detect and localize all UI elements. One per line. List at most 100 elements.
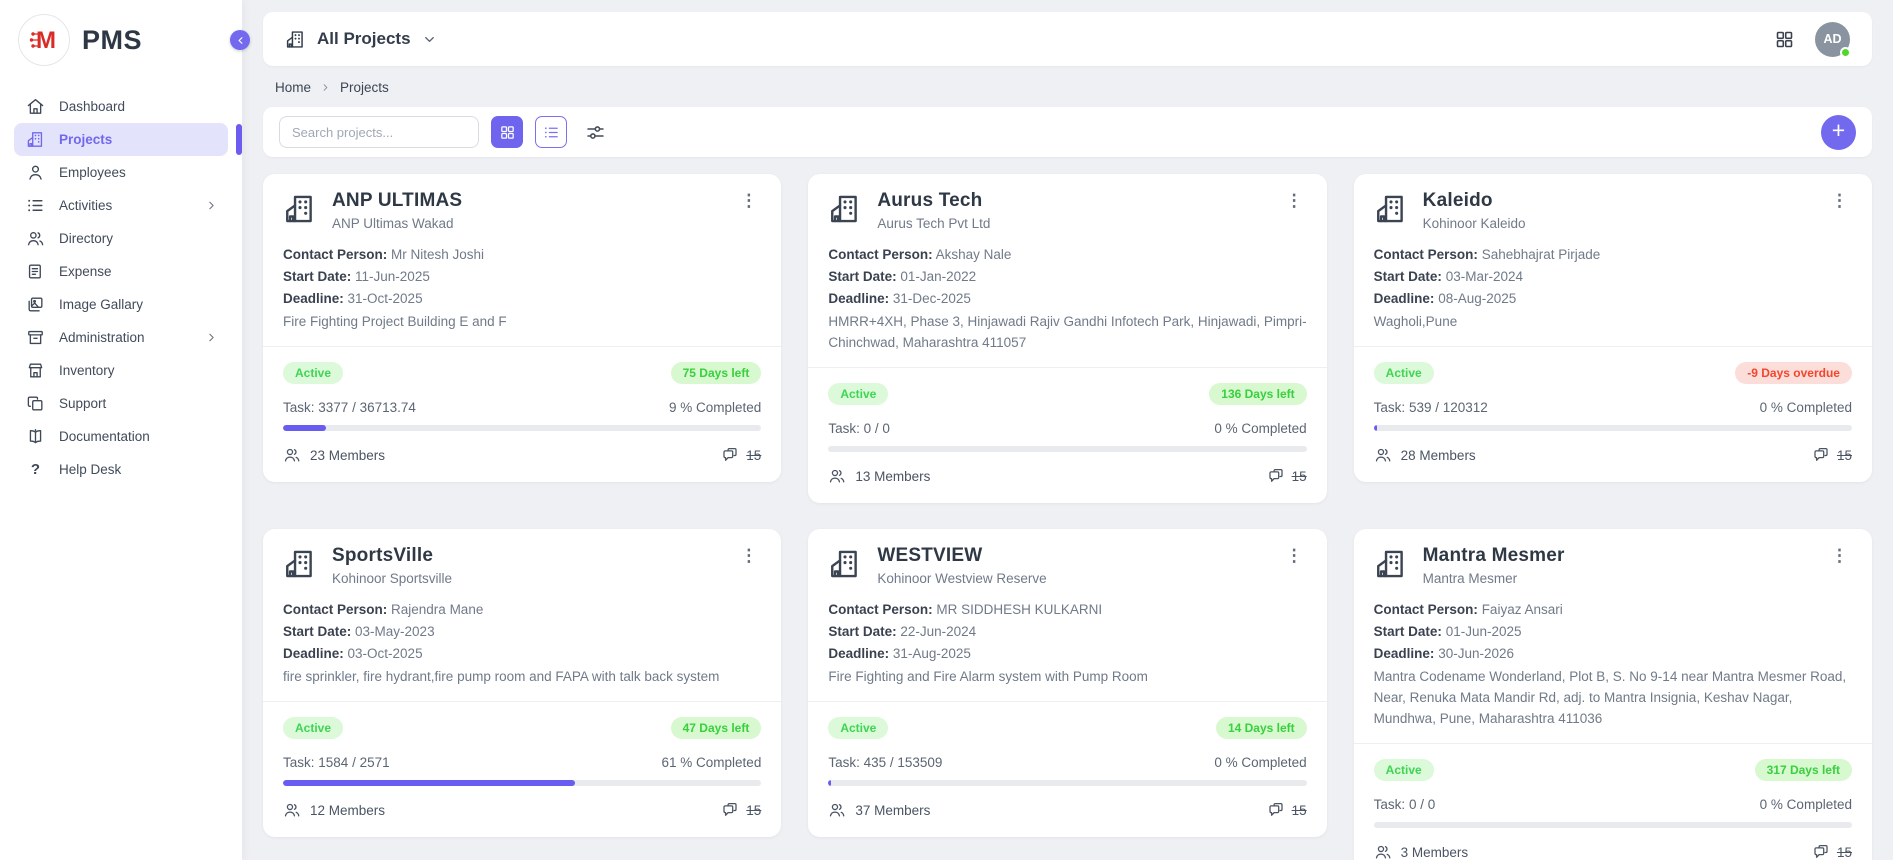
users-icon [1374,446,1392,464]
sidebar-item-dashboard[interactable]: Dashboard [14,90,228,123]
messages-icon [1267,467,1285,485]
days-left-badge: 47 Days left [671,717,762,739]
page-title: All Projects [317,29,411,49]
sidebar-collapse-button[interactable] [230,30,250,50]
kebab-menu-button[interactable]: ⋮ [736,190,761,211]
project-card-kaleido[interactable]: Kaleido Kohinoor Kaleido ⋮ Contact Perso… [1354,174,1872,482]
project-card-westview[interactable]: WESTVIEW Kohinoor Westview Reserve ⋮ Con… [808,529,1326,837]
sidebar-item-image-gallery[interactable]: Image Gallary [14,288,228,321]
online-status-dot [1840,47,1851,58]
chat-count: 15 [746,448,761,463]
home-icon [26,97,45,116]
start-date-value: 11-Jun-2025 [355,269,430,284]
task-count: Task: 539 / 120312 [1374,400,1488,415]
divider [808,701,1326,702]
project-title: ANP ULTIMAS [332,190,462,212]
project-subtitle: Kohinoor Sportsville [332,571,452,586]
messages-icon [721,446,739,464]
apps-grid-button[interactable] [1774,29,1795,50]
sidebar-item-expense[interactable]: Expense [14,255,228,288]
avatar-initials: AD [1823,32,1841,46]
chat-button[interactable]: 15 [721,801,761,819]
sidebar-item-employees[interactable]: Employees [14,156,228,189]
topbar: All Projects AD [263,12,1872,66]
kebab-menu-button[interactable]: ⋮ [1282,545,1307,566]
sidebar-item-inventory[interactable]: Inventory [14,354,228,387]
project-subtitle: Kohinoor Kaleido [1423,216,1526,231]
sidebar-nav: Dashboard Projects Employees Activities … [0,82,242,486]
status-badge: Active [1374,362,1434,384]
grid-view-button[interactable] [491,116,523,148]
members-count: 23 Members [283,446,385,464]
contact-person-value: Faiyaz Ansari [1482,602,1563,617]
completed-percent: 0 % Completed [1760,797,1852,812]
breadcrumb-home[interactable]: Home [275,80,311,95]
filter-sliders-button[interactable] [579,116,611,148]
chat-button[interactable]: 15 [1267,801,1307,819]
progress-bar [828,780,1306,786]
building-icon [828,192,862,226]
project-card-sportsville[interactable]: SportsVille Kohinoor Sportsville ⋮ Conta… [263,529,781,837]
chat-count: 15 [1292,469,1307,484]
deadline-value: 31-Dec-2025 [893,291,971,306]
days-left-badge: 75 Days left [671,362,762,384]
messages-icon [1267,801,1285,819]
project-details: Contact Person: Mr Nitesh Joshi Start Da… [283,244,761,332]
list-icon [26,196,45,215]
divider [263,346,781,347]
task-count: Task: 0 / 0 [828,421,890,436]
question-mark-icon: ? [26,460,45,479]
project-details: Contact Person: MR SIDDHESH KULKARNI Sta… [828,599,1306,687]
images-icon [26,295,45,314]
chat-button[interactable]: 15 [1267,467,1307,485]
contact-person-value: Sahebhajrat Pirjade [1482,247,1601,262]
completed-percent: 0 % Completed [1214,755,1306,770]
chevron-right-icon [205,331,218,344]
project-card-anp-ultimas[interactable]: ANP ULTIMAS ANP Ultimas Wakad ⋮ Contact … [263,174,781,482]
chat-button[interactable]: 15 [1812,446,1852,464]
building-icon [283,547,317,581]
project-title: SportsVille [332,545,452,567]
chat-button[interactable]: 15 [1812,843,1852,860]
copy-icon [26,394,45,413]
toolbar: + [263,107,1872,157]
brand: M PMS [0,0,242,82]
project-filter-dropdown[interactable]: All Projects [285,29,437,50]
divider [263,701,781,702]
sidebar-item-administration[interactable]: Administration [14,321,228,354]
breadcrumb-projects[interactable]: Projects [340,80,389,95]
sidebar-item-help-desk[interactable]: ? Help Desk [14,453,228,486]
project-card-mantra-mesmer[interactable]: Mantra Mesmer Mantra Mesmer ⋮ Contact Pe… [1354,529,1872,860]
days-left-badge: 136 Days left [1209,383,1306,405]
main-content: All Projects AD Home Projects + [242,0,1893,860]
deadline-value: 31-Oct-2025 [348,291,423,306]
search-input[interactable] [279,116,479,148]
users-icon [1374,843,1392,860]
sidebar-item-documentation[interactable]: Documentation [14,420,228,453]
list-view-button[interactable] [535,116,567,148]
sidebar-item-support[interactable]: Support [14,387,228,420]
chat-count: 15 [1837,845,1852,860]
kebab-menu-button[interactable]: ⋮ [1827,190,1852,211]
kebab-menu-button[interactable]: ⋮ [736,545,761,566]
project-title: Aurus Tech [877,190,990,212]
sidebar-item-directory[interactable]: Directory [14,222,228,255]
brand-logo-icon: M [18,14,70,66]
project-title: Mantra Mesmer [1423,545,1565,567]
chevron-right-icon [320,82,331,93]
project-description: Mantra Codename Wonderland, Plot B, S. N… [1374,666,1852,729]
project-title: WESTVIEW [877,545,1046,567]
chat-button[interactable]: 15 [721,446,761,464]
kebab-menu-button[interactable]: ⋮ [1827,545,1852,566]
progress-bar [1374,425,1852,431]
store-icon [26,361,45,380]
kebab-menu-button[interactable]: ⋮ [1282,190,1307,211]
days-overdue-badge: -9 Days overdue [1735,362,1852,384]
sidebar-item-activities[interactable]: Activities [14,189,228,222]
app-root: M PMS Dashboard Projects Employees [0,0,1893,860]
add-project-button[interactable]: + [1821,115,1856,150]
user-avatar[interactable]: AD [1815,22,1850,57]
project-card-aurus-tech[interactable]: Aurus Tech Aurus Tech Pvt Ltd ⋮ Contact … [808,174,1326,503]
project-description: HMRR+4XH, Phase 3, Hinjawadi Rajiv Gandh… [828,311,1306,353]
sidebar-item-projects[interactable]: Projects [14,123,228,156]
